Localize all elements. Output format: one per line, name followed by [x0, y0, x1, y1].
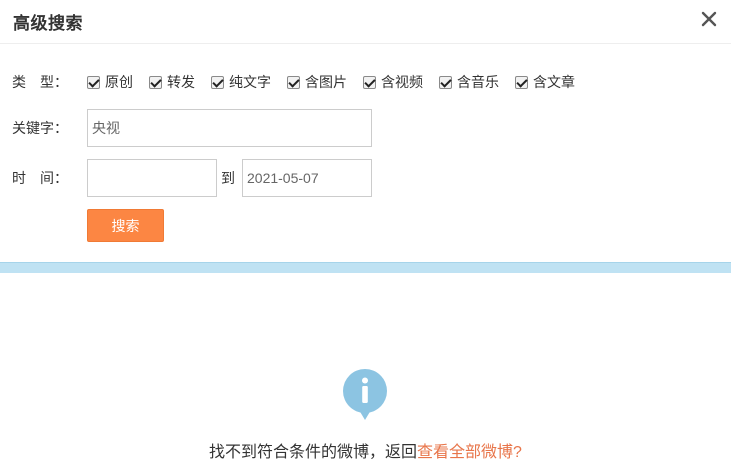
time-label: 时 间： — [12, 170, 68, 186]
type-checkbox-text-only[interactable]: 纯文字 — [211, 72, 271, 92]
checkbox-checked-icon[interactable] — [363, 75, 376, 89]
type-checkbox-with-music[interactable]: 含音乐 — [439, 72, 499, 92]
search-button[interactable]: 搜索 — [87, 209, 164, 242]
time-to-input[interactable] — [242, 159, 372, 197]
checkbox-checked-icon[interactable] — [287, 75, 300, 89]
info-icon — [343, 369, 387, 420]
checkbox-label: 含音乐 — [457, 74, 499, 90]
view-all-weibo-link[interactable]: 查看全部微博? — [417, 444, 522, 461]
close-icon — [701, 11, 717, 27]
checkbox-checked-icon[interactable] — [149, 75, 162, 89]
type-checkbox-with-video[interactable]: 含视频 — [363, 72, 423, 92]
checkbox-label: 含视频 — [381, 74, 423, 90]
checkbox-label: 原创 — [105, 74, 133, 90]
checkbox-checked-icon[interactable] — [515, 75, 528, 89]
keyword-label: 关键字： — [12, 120, 68, 136]
checkbox-label: 含文章 — [533, 74, 575, 90]
time-to-label: 到 — [221, 170, 235, 186]
results-divider — [0, 262, 731, 273]
checkbox-checked-icon[interactable] — [87, 75, 100, 89]
type-label: 类 型： — [12, 74, 68, 90]
empty-state-text: 找不到符合条件的微博，返回 — [209, 444, 418, 461]
type-checkbox-repost[interactable]: 转发 — [149, 72, 195, 92]
type-checkbox-with-article[interactable]: 含文章 — [515, 72, 575, 92]
type-checkbox-with-image[interactable]: 含图片 — [287, 72, 347, 92]
type-checkbox-original[interactable]: 原创 — [87, 72, 133, 92]
checkbox-checked-icon[interactable] — [211, 75, 224, 89]
dialog-header: 高级搜索 — [0, 0, 731, 44]
checkbox-checked-icon[interactable] — [439, 75, 452, 89]
close-button[interactable] — [695, 5, 723, 33]
dialog-title: 高级搜索 — [13, 14, 83, 33]
keyword-input[interactable] — [87, 109, 372, 147]
advanced-search-dialog: 高级搜索 类 型： 原创 转发 纯文字 含图片 含视频 含音乐 含文章 关键字：… — [0, 0, 731, 465]
time-from-input[interactable] — [87, 159, 217, 197]
checkbox-label: 纯文字 — [229, 74, 271, 90]
type-checkbox-group: 原创 转发 纯文字 含图片 含视频 含音乐 含文章 — [87, 72, 591, 92]
empty-state-message: 找不到符合条件的微博，返回查看全部微博? — [0, 438, 731, 462]
checkbox-label: 含图片 — [305, 74, 347, 90]
checkbox-label: 转发 — [167, 74, 195, 90]
